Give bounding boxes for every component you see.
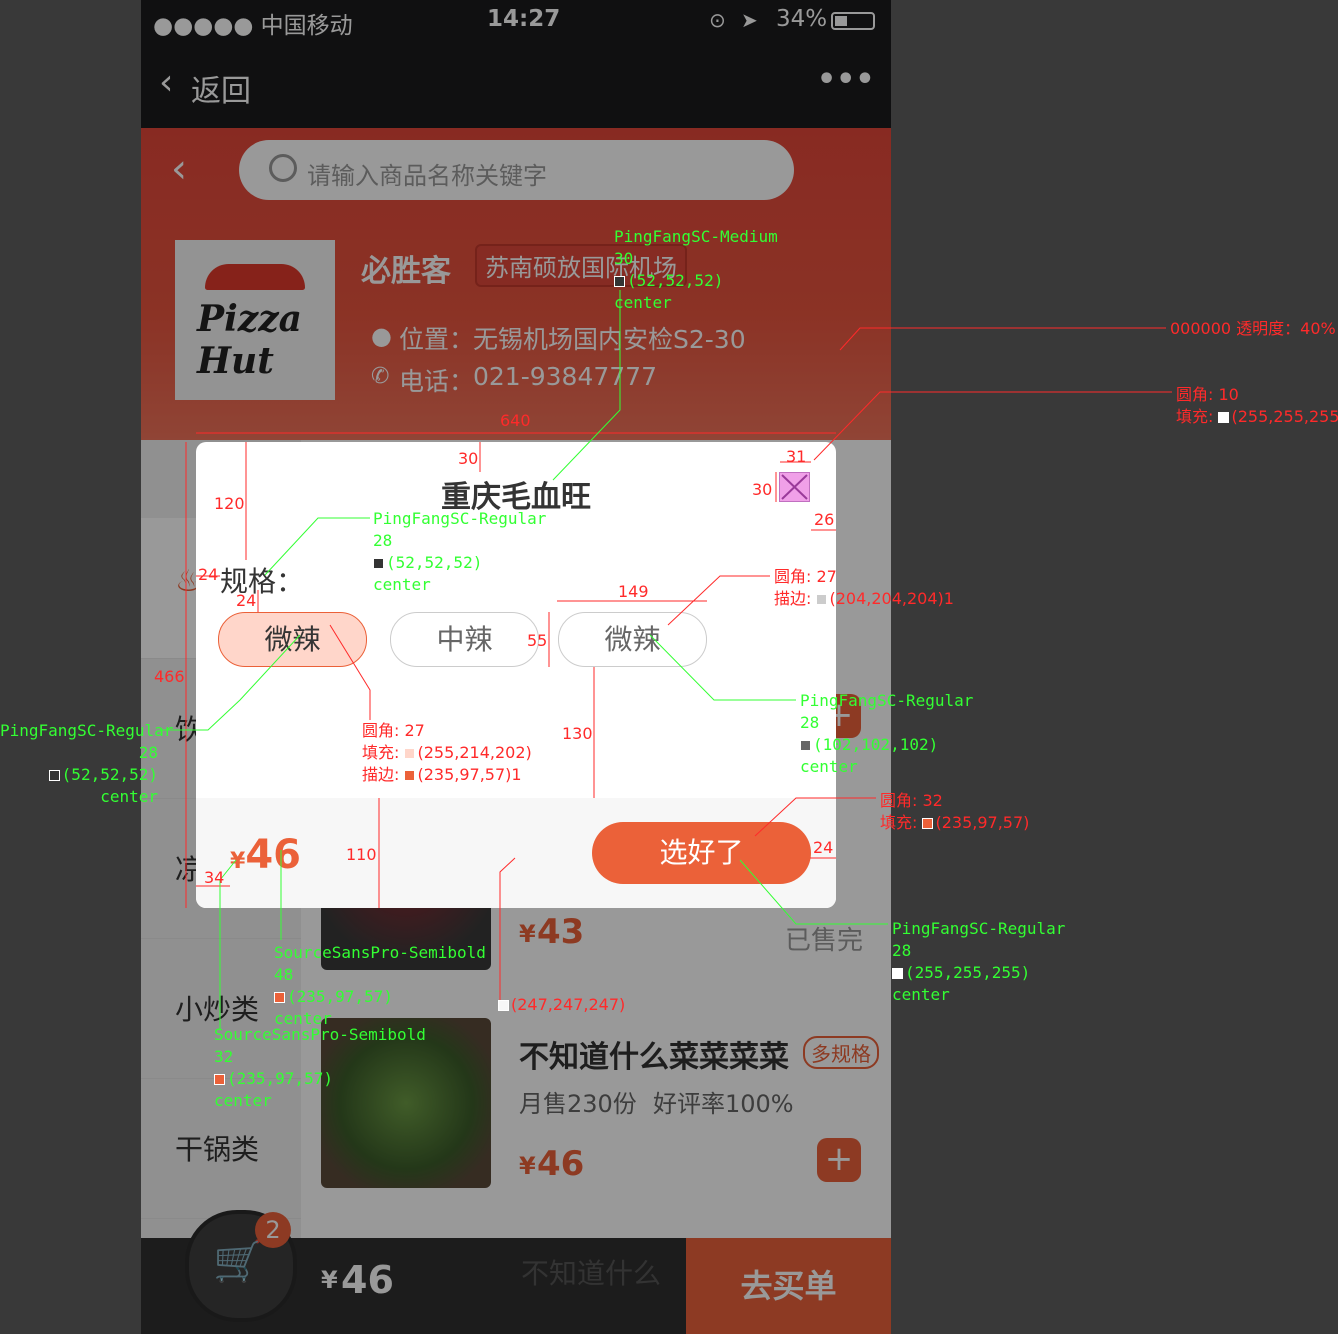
ann-color: (52,52,52) bbox=[627, 271, 724, 290]
ann-align: center bbox=[373, 575, 431, 594]
dim-label: 30 bbox=[458, 449, 479, 468]
ann-font: PingFangSC-Regular bbox=[373, 509, 547, 528]
dim-label: 30 bbox=[752, 480, 773, 499]
swatch-icon bbox=[922, 818, 934, 829]
swatch-icon bbox=[498, 1000, 509, 1011]
dim-label: 640 bbox=[500, 411, 531, 430]
ann-size: 48 bbox=[274, 965, 294, 984]
ann-font: SourceSansPro-Semibold bbox=[214, 1025, 426, 1044]
dim-label: 24 bbox=[813, 838, 834, 857]
confirm-font-annotation: PingFangSC-Regular 28 (255,255,255) cent… bbox=[892, 918, 1065, 1006]
swatch-icon bbox=[1218, 412, 1230, 423]
ann-radius: 圆角: 10 bbox=[1176, 385, 1239, 404]
dim-label: 55 bbox=[527, 631, 548, 650]
ann-font: SourceSansPro-Semibold bbox=[274, 943, 486, 962]
swatch-icon bbox=[892, 968, 903, 979]
dim-label: 130 bbox=[562, 724, 593, 743]
ann-fill: (235,97,57) bbox=[935, 813, 1030, 832]
ann-radius: 圆角: 32 bbox=[880, 791, 943, 810]
ann-size: 28 bbox=[373, 531, 393, 550]
ann-fill: (255,214,202) bbox=[417, 743, 532, 762]
annotation-lines bbox=[160, 290, 1172, 1030]
ann-font: PingFangSC-Regular bbox=[0, 721, 174, 740]
dim-label: 31 bbox=[786, 447, 807, 466]
ann-radius: 圆角: 27 bbox=[774, 567, 837, 586]
ann-color: (52,52,52) bbox=[61, 765, 158, 784]
swatch-icon bbox=[614, 276, 625, 287]
ann-size: 28 bbox=[892, 941, 912, 960]
ann-color: (255,255,255) bbox=[905, 963, 1031, 982]
swatch-icon bbox=[800, 740, 811, 751]
ann-font: PingFangSC-Regular bbox=[800, 691, 974, 710]
title-font-annotation: PingFangSC-Medium 30 (52,52,52) center bbox=[614, 226, 778, 314]
ann-color: (235,97,57) bbox=[227, 1069, 333, 1088]
spec-font-annotation: PingFangSC-Regular 28 (52,52,52) center bbox=[373, 508, 546, 596]
modal-box-annotation: 圆角: 10 填充: (255,255,255) bbox=[1176, 384, 1338, 428]
ann-fill-label: 填充: bbox=[362, 743, 405, 762]
ann-color: (102,102,102) bbox=[813, 735, 939, 754]
ann-size: 28 bbox=[138, 743, 158, 762]
ann-fill-label: 填充: bbox=[1176, 407, 1219, 426]
dim-label: 120 bbox=[214, 494, 245, 513]
dim-label: 110 bbox=[346, 845, 377, 864]
ann-color: (235,97,57) bbox=[287, 987, 393, 1006]
dim-label: 34 bbox=[204, 868, 225, 887]
yen-font-annotation: SourceSansPro-Semibold 32 (235,97,57) ce… bbox=[214, 1024, 426, 1112]
price-font-annotation: SourceSansPro-Semibold 48 (235,97,57) ce… bbox=[274, 942, 486, 1030]
swatch-icon bbox=[274, 992, 285, 1003]
footer-fill-annotation: (247,247,247) bbox=[498, 994, 625, 1016]
swatch-icon bbox=[404, 770, 416, 781]
ann-stroke-label: 描边: bbox=[774, 589, 817, 608]
dim-label: 24 bbox=[236, 591, 257, 610]
ann-size: 32 bbox=[214, 1047, 234, 1066]
ann-align: center bbox=[614, 293, 672, 312]
ann-font: PingFangSC-Regular bbox=[892, 919, 1066, 938]
ann-align: center bbox=[800, 757, 858, 776]
dim-label: 26 bbox=[814, 510, 835, 529]
selected-box-annotation: 圆角: 27 填充: (255,214,202) 描边: (235,97,57)… bbox=[362, 720, 532, 786]
selected-font-annotation: PingFangSC-Regular 28 (52,52,52) center bbox=[0, 720, 173, 808]
ann-fill: (247,247,247) bbox=[511, 995, 626, 1014]
swatch-icon bbox=[48, 770, 60, 781]
ann-font: PingFangSC-Medium bbox=[614, 227, 778, 246]
ann-size: 28 bbox=[800, 713, 820, 732]
ann-fill-label: 填充: bbox=[880, 813, 923, 832]
ann-fill: (255,255,255) bbox=[1231, 407, 1338, 426]
mask-annotation: 000000 透明度：40% bbox=[1170, 319, 1336, 338]
option-border-annotation: 圆角: 27 描边: (204,204,204)1 bbox=[774, 566, 954, 610]
swatch-icon bbox=[404, 748, 416, 759]
ann-color: (52,52,52) bbox=[386, 553, 483, 572]
dim-label: 466 bbox=[154, 667, 185, 686]
ann-stroke: (204,204,204)1 bbox=[829, 589, 954, 608]
ann-stroke: (235,97,57)1 bbox=[417, 765, 522, 784]
swatch-icon bbox=[816, 594, 828, 605]
ann-radius: 圆角: 27 bbox=[362, 721, 425, 740]
swatch-icon bbox=[214, 1074, 225, 1085]
dim-label: 149 bbox=[618, 582, 649, 601]
ann-size: 30 bbox=[614, 249, 634, 268]
dim-label: 24 bbox=[198, 565, 219, 584]
ann-align: center bbox=[892, 985, 950, 1004]
option-font-annotation: PingFangSC-Regular 28 (102,102,102) cent… bbox=[800, 690, 973, 778]
confirm-box-annotation: 圆角: 32 填充: (235,97,57) bbox=[880, 790, 1029, 834]
ann-align: center bbox=[214, 1091, 272, 1110]
ann-stroke-label: 描边: bbox=[362, 765, 405, 784]
ann-align: center bbox=[100, 787, 158, 806]
swatch-icon bbox=[373, 558, 384, 569]
